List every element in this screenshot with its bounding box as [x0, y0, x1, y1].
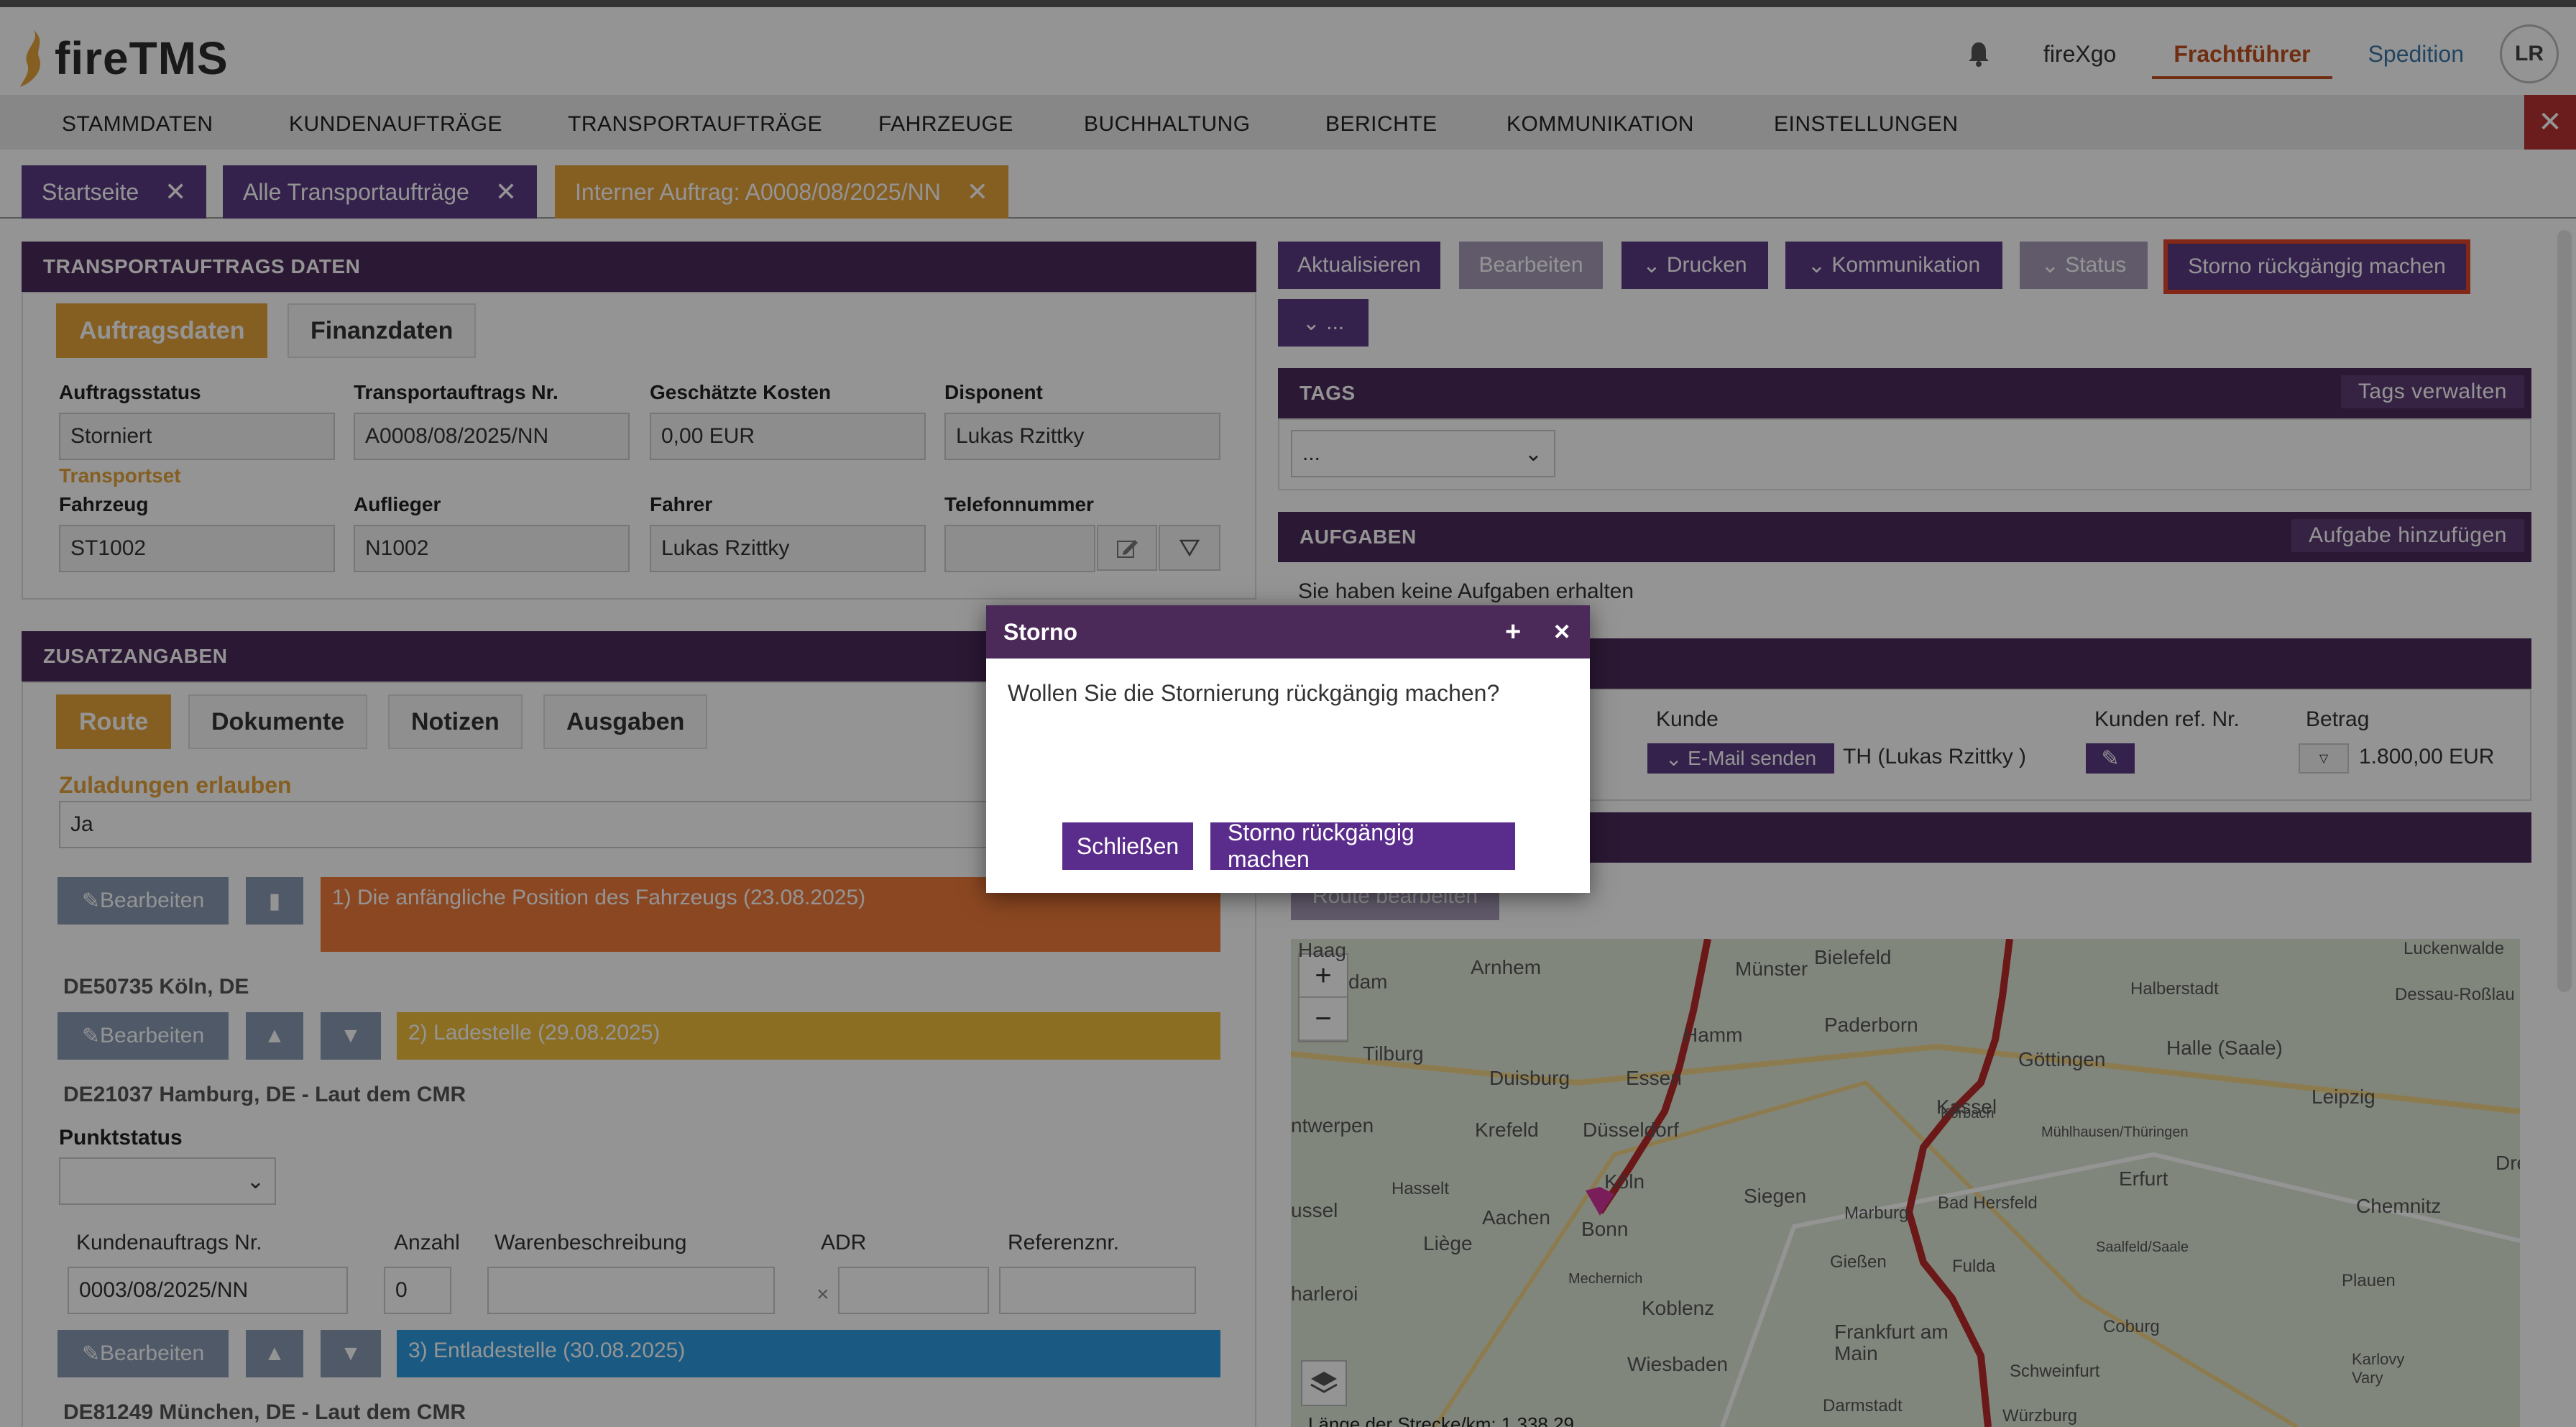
- dialog-message: Wollen Sie die Stornierung rückgängig ma…: [1008, 680, 1500, 706]
- dialog-title: Storno: [1003, 618, 1078, 645]
- dialog-confirm-button[interactable]: Storno rückgängig machen: [1210, 820, 1515, 872]
- close-icon[interactable]: ×: [1554, 617, 1570, 648]
- dialog-close-button[interactable]: Schließen: [1062, 822, 1193, 870]
- storno-dialog: Storno + × Wollen Sie die Stornierung rü…: [986, 605, 1590, 893]
- maximize-icon[interactable]: +: [1505, 617, 1521, 648]
- app-root: fireTMS fireXgo Frachtführer Spedition L…: [0, 0, 2576, 1427]
- dialog-header: Storno + ×: [986, 605, 1590, 659]
